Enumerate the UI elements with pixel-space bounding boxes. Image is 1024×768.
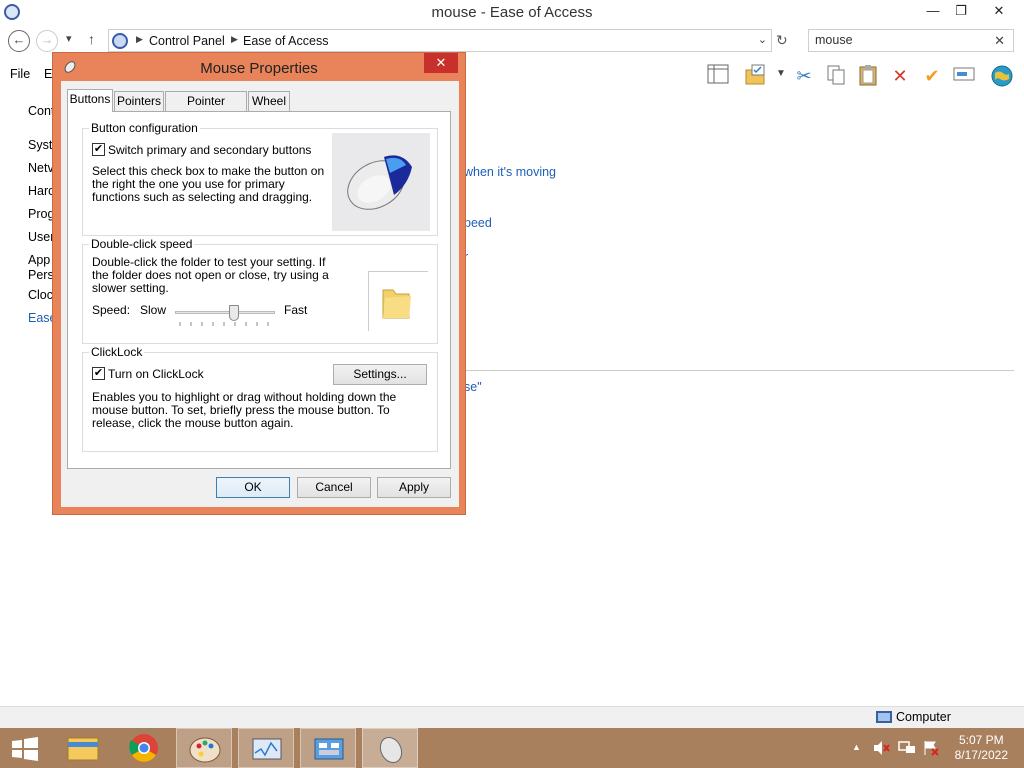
back-button[interactable]: ← xyxy=(8,30,30,52)
switch-buttons-checkbox[interactable]: ✔ xyxy=(92,143,105,156)
window-titlebar: mouse - Ease of Access — ❐ ✕ xyxy=(0,0,1024,26)
cancel-button[interactable]: Cancel xyxy=(297,477,371,498)
toolbar: ▼ ✂ ✕ ✔ xyxy=(704,62,1024,90)
mouse-properties-dialog: Mouse Properties ✕ Buttons Pointers Poin… xyxy=(52,52,466,515)
up-button[interactable]: ↑ xyxy=(88,31,95,47)
delete-icon[interactable]: ✕ xyxy=(888,64,912,88)
paste-icon[interactable] xyxy=(856,64,880,88)
maximize-button[interactable]: ❐ xyxy=(946,0,976,22)
clicklock-settings-button[interactable]: Settings... xyxy=(333,364,427,385)
file-explorer-icon[interactable] xyxy=(56,728,112,768)
nav-item[interactable]: User xyxy=(28,230,54,244)
search-input[interactable] xyxy=(815,33,985,47)
mouse-icon[interactable] xyxy=(362,728,418,768)
tab-buttons[interactable]: Buttons xyxy=(67,89,113,112)
nav-item[interactable]: Harc xyxy=(28,184,54,198)
tab-wheel[interactable]: Wheel xyxy=(248,91,290,111)
paint-icon[interactable] xyxy=(176,728,232,768)
group-button-configuration: Button configuration ✔ Switch primary an… xyxy=(82,121,438,236)
computer-icon xyxy=(876,711,892,723)
link-quote[interactable]: se" xyxy=(464,380,482,394)
view-dropdown-icon[interactable]: ▼ xyxy=(776,68,786,79)
nav-item[interactable]: Pers xyxy=(28,268,54,282)
link-speed[interactable]: peed xyxy=(464,216,492,230)
system-clock[interactable]: 5:07 PM 8/17/2022 xyxy=(955,733,1008,763)
refresh-button[interactable]: ↻ xyxy=(776,32,788,49)
ok-button[interactable]: OK xyxy=(216,477,290,498)
address-bar: ← → ▾ ↑ ▶ Control Panel ▶ Ease of Access… xyxy=(0,28,1024,54)
control-panel-icon xyxy=(112,33,128,49)
windows-start-icon[interactable] xyxy=(0,728,56,768)
close-window-button[interactable]: ✕ xyxy=(984,0,1014,22)
group-label: ClickLock xyxy=(89,345,145,359)
speed-slow-label: Slow xyxy=(140,303,167,317)
breadcrumb-ease-of-access[interactable]: Ease of Access xyxy=(243,34,328,48)
nav-item[interactable]: App xyxy=(28,253,50,267)
globe-icon[interactable] xyxy=(990,64,1014,88)
address-box[interactable]: ▶ Control Panel ▶ Ease of Access ⌄ xyxy=(108,29,772,52)
dialog-body: Buttons Pointers Pointer Options Wheel B… xyxy=(61,81,459,507)
slider-thumb[interactable] xyxy=(229,305,239,321)
chrome-icon[interactable] xyxy=(116,728,172,768)
divider xyxy=(464,370,1014,371)
recent-locations-dropdown[interactable]: ▾ xyxy=(66,32,72,45)
scissors-icon[interactable]: ✂ xyxy=(792,64,816,88)
clock-date: 8/17/2022 xyxy=(954,748,1008,762)
tab-pointer-options[interactable]: Pointer Options xyxy=(165,91,247,126)
search-box[interactable]: ✕ xyxy=(808,29,1014,52)
show-hidden-icons-button[interactable]: ▲ xyxy=(852,742,861,752)
group-label: Double-click speed xyxy=(89,237,195,251)
clock-time: 5:07 PM xyxy=(958,733,1004,747)
forward-button[interactable]: → xyxy=(36,30,58,52)
group-clicklock: ClickLock ✔ Turn on ClickLock Settings..… xyxy=(82,345,438,452)
apply-button[interactable]: Apply xyxy=(377,477,451,498)
clear-search-button[interactable]: ✕ xyxy=(994,33,1005,49)
button-config-description: Select this check box to make the button… xyxy=(92,164,325,204)
breadcrumb-separator[interactable]: ▶ xyxy=(136,34,143,45)
slider-track xyxy=(175,311,275,314)
speed-label: Speed: xyxy=(92,303,131,317)
checkmark-icon[interactable]: ✔ xyxy=(920,64,944,88)
link-moving[interactable]: when it's moving xyxy=(464,165,556,179)
folder-check-icon[interactable] xyxy=(744,64,768,88)
status-bar: Computer xyxy=(0,706,1024,728)
menu-file[interactable]: File xyxy=(10,67,30,81)
task-manager-icon[interactable] xyxy=(238,728,294,768)
switch-buttons-label[interactable]: Switch primary and secondary buttons xyxy=(108,144,311,157)
address-dropdown[interactable]: ⌄ xyxy=(758,33,767,46)
volume-muted-icon[interactable] xyxy=(872,740,890,759)
tab-panel-buttons: Button configuration ✔ Switch primary an… xyxy=(67,111,451,469)
action-center-icon[interactable] xyxy=(922,740,940,759)
group-double-click-speed: Double-click speed Double-click the fold… xyxy=(82,237,438,344)
breadcrumb-control-panel[interactable]: Control Panel xyxy=(149,34,225,48)
layout-icon[interactable] xyxy=(706,64,730,88)
clicklock-description: Enables you to highlight or drag without… xyxy=(92,390,397,430)
dialog-title: Mouse Properties xyxy=(200,60,318,77)
test-folder-icon[interactable] xyxy=(368,271,428,331)
nav-item[interactable]: Prog xyxy=(28,207,54,221)
status-computer: Computer xyxy=(876,710,951,724)
group-label: Button configuration xyxy=(89,121,200,135)
taskbar: ▲ 5:07 PM 8/17/2022 xyxy=(0,728,1024,768)
nav-item[interactable]: Cont xyxy=(28,104,54,118)
status-computer-label: Computer xyxy=(896,710,951,724)
rename-icon[interactable] xyxy=(952,64,976,88)
nav-item[interactable]: Netv xyxy=(28,161,54,175)
nav-item[interactable]: Cloc xyxy=(28,288,53,302)
window-title: mouse - Ease of Access xyxy=(431,4,593,21)
mouse-image-icon xyxy=(332,133,430,231)
clicklock-checkbox[interactable]: ✔ xyxy=(92,367,105,380)
tab-pointers[interactable]: Pointers xyxy=(114,91,164,111)
double-click-description: Double-click the folder to test your set… xyxy=(92,255,329,295)
minimize-button[interactable]: — xyxy=(918,0,948,22)
network-icon[interactable] xyxy=(898,740,916,759)
double-click-speed-slider[interactable] xyxy=(175,305,275,327)
breadcrumb-separator[interactable]: ▶ xyxy=(231,34,238,45)
dialog-close-button[interactable]: ✕ xyxy=(424,53,458,73)
copy-icon[interactable] xyxy=(824,64,848,88)
speed-fast-label: Fast xyxy=(284,303,308,317)
clicklock-label[interactable]: Turn on ClickLock xyxy=(108,368,204,381)
control-panel-icon[interactable] xyxy=(300,728,356,768)
